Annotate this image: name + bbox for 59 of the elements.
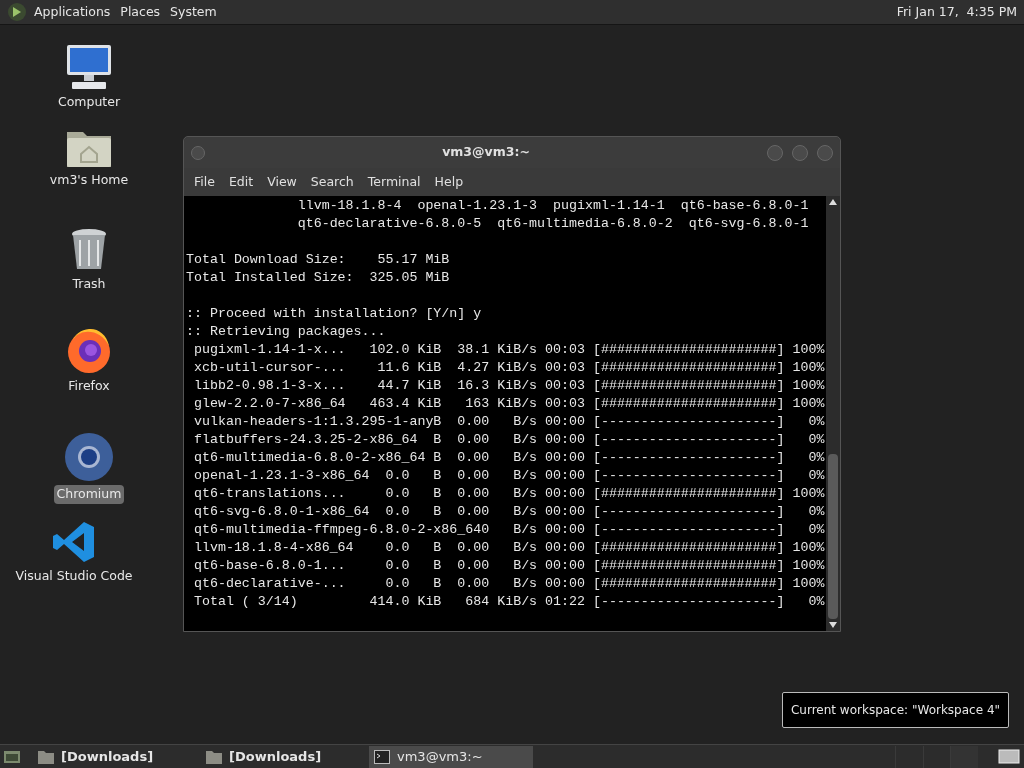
terminal-line: qt6-svg-6.8.0-1-x86_64 0.0 B 0.00 B/s 00:00 [----------------------] 0%	[192, 503, 826, 521]
clock[interactable]: Fri Jan 17, 4:35 PM	[896, 2, 1017, 22]
scrollbar-thumb[interactable]	[828, 454, 838, 619]
tooltip-text: Current workspace: "Workspace 4"	[790, 702, 1001, 719]
menu-item[interactable]: File	[187, 172, 222, 192]
panel-menu[interactable]: Applications	[34, 2, 111, 22]
taskbar-button[interactable]: vm3@vm3:~	[369, 745, 533, 768]
window-title: vm3@vm3:~	[441, 143, 531, 162]
terminal-line: qt6-declarative-6.8.0-5 qt6-multimedia-6.8.0-2 qt6-svg-6.8.0-1	[296, 215, 810, 233]
panel-menu[interactable]: Places	[120, 2, 161, 22]
distro-logo-icon	[7, 2, 27, 22]
terminal-line: openal-1.23.1-3-x86_64 0.0 B 0.00 B/s 00:00 [----------------------] 0%	[192, 467, 826, 485]
trash-icon	[70, 228, 108, 272]
folder-icon	[38, 749, 54, 764]
minimize-button[interactable]	[767, 144, 783, 161]
menu-item[interactable]: Terminal	[360, 172, 428, 192]
code-editor-icon	[52, 520, 96, 564]
chromium-icon	[64, 432, 114, 482]
menu-item[interactable]: Edit	[221, 172, 261, 192]
terminal-line: Total ( 3/14) 414.0 KiB 684 KiB/s 01:22 [----------------------] 0%	[192, 593, 826, 611]
terminal-line: llvm-18.1.8-4 openal-1.23.1-3 pugixml-1.14-1 qt6-base-6.8.0-1	[296, 197, 810, 215]
terminal-line: qt6-base-6.8.0-1... 0.0 B 0.00 B/s 00:00 [######################] 100%	[192, 557, 826, 575]
computer-icon	[64, 44, 114, 90]
terminal-icon	[374, 749, 390, 764]
desktop-icon-label[interactable]: Chromium	[53, 485, 125, 504]
terminal-line: llvm-18.1.8-4-x86_64 0.0 B 0.00 B/s 00:00 [######################] 100%	[192, 539, 826, 557]
menu-item[interactable]: View	[260, 172, 304, 192]
terminal-line: xcb-util-cursor-... 11.6 KiB 4.27 KiB/s 00:03 [######################] 100%	[192, 359, 826, 377]
panel-menu[interactable]: System	[170, 2, 217, 22]
scroll-up-icon[interactable]	[829, 199, 837, 205]
menu-item[interactable]: Help	[427, 172, 471, 192]
terminal-line: pugixml-1.14-1-x... 102.0 KiB 38.1 KiB/s 00:03 [######################] 100%	[192, 341, 826, 359]
desktop-icon-label[interactable]: Trash	[69, 275, 109, 294]
folder-icon	[206, 749, 222, 764]
desktop-icon-label[interactable]: Firefox	[65, 377, 113, 396]
show-desktop-icon[interactable]	[3, 748, 21, 765]
terminal-line: libb2-0.98.1-3-x... 44.7 KiB 16.3 KiB/s 00:03 [######################] 100%	[192, 377, 826, 395]
maximize-button[interactable]	[792, 144, 808, 161]
terminal-line: :: Proceed with installation? [Y/n] y	[186, 305, 483, 323]
window-menu-button[interactable]	[191, 145, 205, 160]
scroll-down-icon[interactable]	[829, 622, 837, 628]
terminal-line: :: Retrieving packages...	[186, 323, 387, 341]
terminal-line: qt6-multimedia-ffmpeg-6.8.0-2-x86_640 B/s 00:00 [----------------------] 0%	[192, 521, 826, 539]
firefox-icon	[65, 326, 113, 374]
terminal-line: flatbuffers-24.3.25-2-x86_64 B 0.00 B/s 00:00 [----------------------] 0%	[192, 431, 826, 449]
terminal-line: qt6-multimedia-6.8.0-2-x86_64 B 0.00 B/s 00:00 [----------------------] 0%	[192, 449, 826, 467]
desktop-icon-label[interactable]: Visual Studio Code	[12, 567, 136, 586]
terminal-line: vulkan-headers-1:1.3.295-1-anyB 0.00 B/s 00:00 [----------------------] 0%	[192, 413, 826, 431]
terminal-line: qt6-translations... 0.0 B 0.00 B/s 00:00 [######################] 100%	[192, 485, 826, 503]
terminal-line: Total Download Size: 55.17 MiB	[186, 251, 451, 269]
terminal-line: Total Installed Size: 325.05 MiB	[186, 269, 451, 287]
terminal-line: glew-2.2.0-7-x86_64 463.4 KiB 163 KiB/s 00:03 [######################] 100%	[192, 395, 826, 413]
scrollbar[interactable]	[826, 196, 840, 631]
close-button[interactable]	[817, 144, 833, 161]
trash-applet-icon[interactable]	[998, 748, 1020, 765]
menu-item[interactable]: Search	[303, 172, 361, 192]
terminal-line: qt6-declarative-... 0.0 B 0.00 B/s 00:00 [######################] 100%	[192, 575, 826, 593]
desktop-icon-label[interactable]: vm3's Home	[46, 171, 132, 190]
desktop-icon-label[interactable]: Computer	[54, 93, 124, 112]
